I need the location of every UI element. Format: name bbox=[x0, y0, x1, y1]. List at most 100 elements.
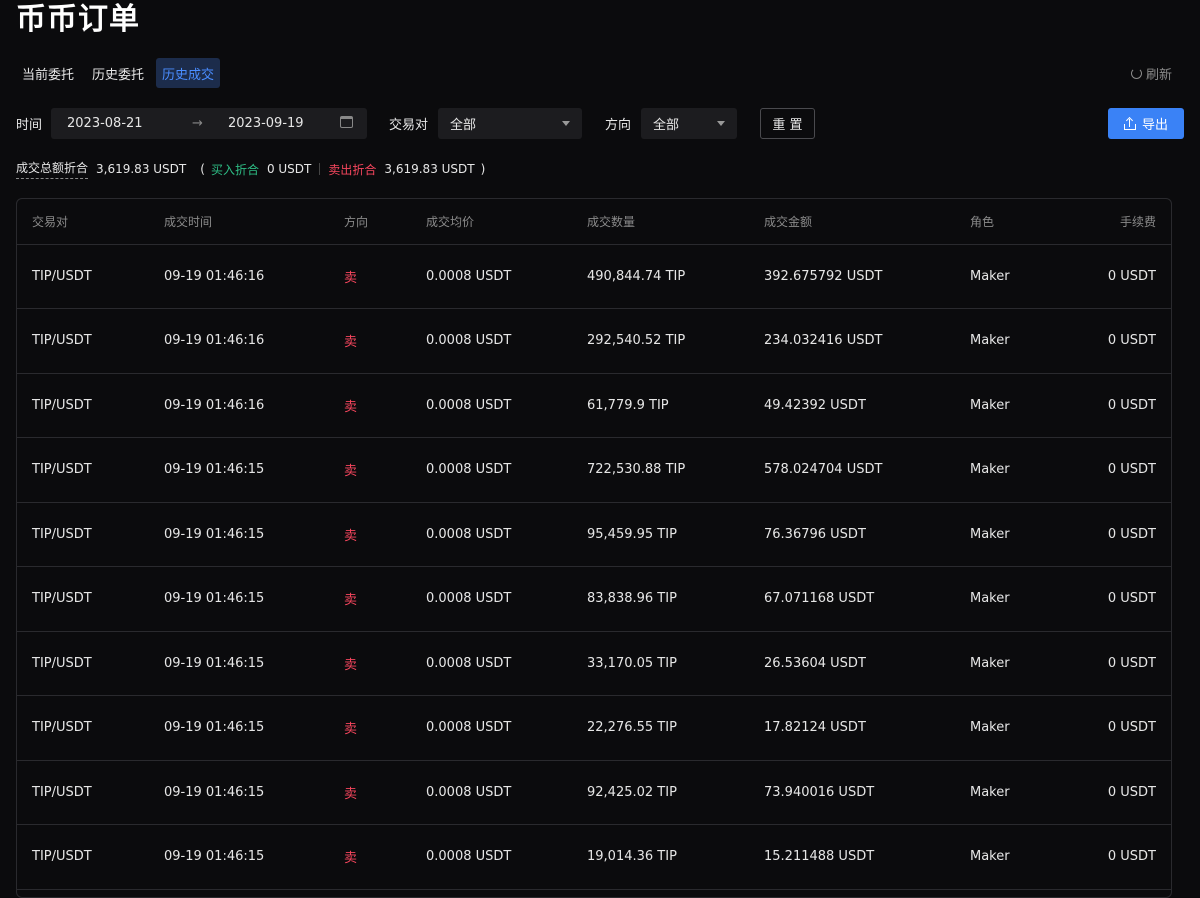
cell-role: Maker bbox=[970, 784, 1010, 800]
table-row: TIP/USDT 09-19 01:46:15 卖 0.0008 USDT 22,276… bbox=[17, 696, 1171, 761]
pair-select[interactable]: 全部 bbox=[438, 108, 582, 139]
cell-amount: 26.53604 USDT bbox=[764, 655, 866, 671]
cell-quantity: 61,779.9 TIP bbox=[587, 397, 669, 413]
cell-direction: 卖 bbox=[344, 593, 358, 608]
calendar-icon[interactable] bbox=[340, 116, 353, 128]
col-avg-price: 成交均价 bbox=[426, 215, 475, 229]
pair-label: 交易对 bbox=[389, 118, 429, 133]
cell-quantity: 722,530.88 TIP bbox=[587, 462, 686, 477]
table-header: 交易对 成交时间 方向 成交均价 成交数量 成交金额 角色 手续费 bbox=[17, 199, 1171, 245]
export-button[interactable]: 导出 bbox=[1108, 108, 1184, 139]
filter-bar: 时间 2023-08-21 → 2023-09-19 交易对 全部 方向 全部 … bbox=[16, 108, 1184, 139]
order-tabs: 当前委托 历史委托 历史成交 bbox=[16, 58, 221, 88]
cell-time: 09-19 01:46:15 bbox=[164, 720, 265, 735]
cell-direction: 卖 bbox=[344, 464, 358, 479]
arrow-right-icon: → bbox=[192, 116, 203, 131]
col-quantity: 成交数量 bbox=[587, 215, 636, 229]
cell-time: 09-19 01:46:16 bbox=[164, 397, 265, 413]
cell-direction: 卖 bbox=[344, 335, 358, 350]
cell-avg-price: 0.0008 USDT bbox=[426, 526, 512, 542]
cell-time: 09-19 01:46:15 bbox=[164, 784, 265, 800]
cell-amount: 67.071168 USDT bbox=[764, 591, 875, 606]
cell-role: Maker bbox=[970, 268, 1010, 284]
total-label: 成交总额折合 bbox=[16, 159, 89, 179]
cell-avg-price: 0.0008 USDT bbox=[426, 591, 512, 606]
reset-button[interactable]: 重 置 bbox=[760, 108, 815, 139]
cell-quantity: 33,170.05 TIP bbox=[587, 655, 677, 671]
upload-icon bbox=[1123, 116, 1136, 130]
cell-avg-price: 0.0008 USDT bbox=[426, 849, 512, 864]
cell-pair: TIP/USDT bbox=[32, 397, 92, 413]
divider bbox=[319, 163, 321, 175]
cell-fee: 0 USDT bbox=[1107, 397, 1156, 413]
date-range-picker[interactable]: 2023-08-21 → 2023-09-19 bbox=[51, 108, 367, 139]
chevron-down-icon bbox=[717, 121, 725, 126]
cell-pair: TIP/USDT bbox=[32, 333, 92, 348]
cell-time: 09-19 01:46:15 bbox=[164, 849, 265, 864]
cell-time: 09-19 01:46:16 bbox=[164, 333, 265, 348]
table-row: TIP/USDT 09-19 01:46:15 卖 0.0008 USDT 95,459… bbox=[17, 502, 1171, 567]
table-row: TIP/USDT 09-19 01:46:15 卖 0.0008 USDT 19,014… bbox=[17, 825, 1171, 890]
cell-time: 09-19 01:46:15 bbox=[164, 462, 265, 477]
cell-quantity: 19,014.36 TIP bbox=[587, 849, 677, 864]
cell-role: Maker bbox=[970, 720, 1010, 735]
cell-role: Maker bbox=[970, 849, 1010, 864]
sell-label: 卖出折合 bbox=[328, 162, 377, 177]
table-row: TIP/USDT 09-19 01:46:16 卖 0.0008 USDT 61,779… bbox=[17, 373, 1171, 438]
cell-fee: 0 USDT bbox=[1107, 333, 1156, 348]
cell-avg-price: 0.0008 USDT bbox=[426, 462, 512, 477]
col-time: 成交时间 bbox=[164, 215, 213, 229]
cell-fee: 0 USDT bbox=[1107, 462, 1156, 477]
cell-amount: 76.36796 USDT bbox=[764, 526, 866, 542]
refresh-button[interactable]: 刷新 bbox=[1130, 64, 1172, 83]
cell-amount: 234.032416 USDT bbox=[764, 333, 883, 348]
cell-pair: TIP/USDT bbox=[32, 720, 92, 735]
tab-current-orders[interactable]: 当前委托 bbox=[16, 58, 80, 88]
cell-fee: 0 USDT bbox=[1107, 720, 1156, 735]
cell-time: 09-19 01:46:15 bbox=[164, 655, 265, 671]
date-end-input[interactable]: 2023-09-19 bbox=[228, 108, 304, 139]
cell-amount: 578.024704 USDT bbox=[764, 462, 883, 477]
cell-quantity: 22,276.55 TIP bbox=[587, 720, 677, 735]
cell-direction: 卖 bbox=[344, 851, 358, 866]
cell-role: Maker bbox=[970, 655, 1010, 671]
cell-pair: TIP/USDT bbox=[32, 655, 92, 671]
table-row: TIP/USDT 09-19 01:46:15 卖 0.0008 USDT 722,53… bbox=[17, 438, 1171, 503]
cell-fee: 0 USDT bbox=[1107, 268, 1156, 284]
cell-avg-price: 0.0008 USDT bbox=[426, 333, 512, 348]
cell-role: Maker bbox=[970, 397, 1010, 413]
date-start-input[interactable]: 2023-08-21 bbox=[67, 108, 143, 139]
cell-direction: 卖 bbox=[344, 270, 358, 286]
chevron-down-icon bbox=[562, 121, 570, 126]
col-fee: 手续费 bbox=[1119, 215, 1156, 229]
cell-quantity: 92,425.02 TIP bbox=[587, 784, 677, 800]
cell-quantity: 95,459.95 TIP bbox=[587, 526, 677, 542]
table-row: TIP/USDT 09-19 01:46:16 卖 0.0008 USDT 490,84… bbox=[17, 244, 1171, 309]
total-value: 3,619.83 USDT bbox=[96, 162, 187, 176]
cell-avg-price: 0.0008 USDT bbox=[426, 720, 512, 735]
direction-select[interactable]: 全部 bbox=[641, 108, 737, 139]
cell-pair: TIP/USDT bbox=[32, 849, 92, 864]
open-paren: ( bbox=[200, 162, 205, 176]
cell-direction: 卖 bbox=[344, 786, 358, 802]
cell-role: Maker bbox=[970, 526, 1010, 542]
direction-label: 方向 bbox=[605, 118, 632, 133]
tab-order-history[interactable]: 历史委托 bbox=[86, 58, 150, 88]
buy-label: 买入折合 bbox=[210, 162, 259, 177]
cell-quantity: 83,838.96 TIP bbox=[587, 591, 677, 606]
table-row: TIP/USDT 09-19 01:46:15 卖 0.0008 USDT 83,838… bbox=[17, 567, 1171, 632]
time-label: 时间 bbox=[16, 118, 43, 133]
cell-amount: 73.940016 USDT bbox=[764, 784, 875, 800]
cell-fee: 0 USDT bbox=[1107, 526, 1156, 542]
cell-avg-price: 0.0008 USDT bbox=[426, 397, 512, 413]
cell-time: 09-19 01:46:15 bbox=[164, 591, 265, 606]
page-title: 币币订单 bbox=[16, 2, 140, 37]
tab-trade-history[interactable]: 历史成交 bbox=[156, 58, 221, 88]
cell-pair: TIP/USDT bbox=[32, 784, 92, 800]
cell-time: 09-19 01:46:15 bbox=[164, 526, 265, 542]
cell-amount: 17.82124 USDT bbox=[764, 720, 866, 735]
cell-pair: TIP/USDT bbox=[32, 526, 92, 542]
cell-fee: 0 USDT bbox=[1107, 849, 1156, 864]
cell-role: Maker bbox=[970, 591, 1010, 606]
col-direction: 方向 bbox=[344, 215, 369, 229]
